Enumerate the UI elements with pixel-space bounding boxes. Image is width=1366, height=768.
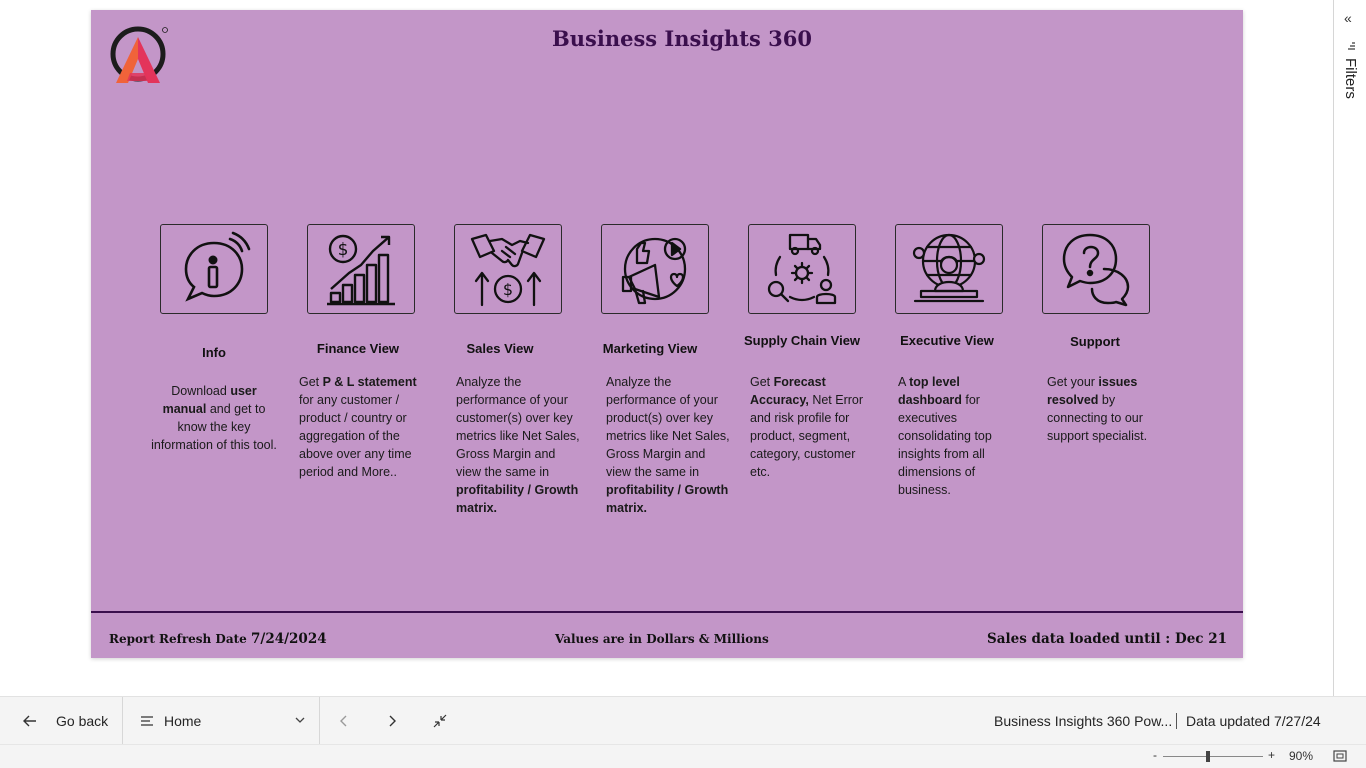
- handshake-icon: $: [470, 233, 546, 307]
- page-selector-value: Home: [164, 713, 202, 729]
- exit-focus-button[interactable]: [433, 697, 447, 745]
- chevron-right-icon: [389, 715, 396, 727]
- collapse-arrows-icon: [433, 714, 447, 728]
- sales-view-title[interactable]: Sales View: [435, 340, 565, 358]
- data-updated-label: Data updated 7/27/24: [1186, 713, 1321, 729]
- zoom-out-button[interactable]: -: [1153, 748, 1157, 762]
- report-name: Business Insights 360 Pow...: [994, 713, 1173, 729]
- support-tile[interactable]: [1042, 224, 1150, 314]
- page-selector-dropdown[interactable]: Home: [140, 697, 305, 745]
- chevron-double-left-icon[interactable]: «: [1344, 10, 1352, 26]
- executive-view-description: A top level dashboard for executives con…: [898, 375, 992, 497]
- chevron-left-icon: [340, 715, 347, 727]
- info-tile[interactable]: [160, 224, 268, 314]
- finance-view-title[interactable]: Finance View: [293, 340, 423, 358]
- previous-page-button[interactable]: [338, 697, 350, 745]
- supply-chain-view-title[interactable]: Supply Chain View: [737, 332, 867, 350]
- zoom-level: 90%: [1289, 749, 1314, 763]
- info-icon: [184, 231, 251, 302]
- chevron-down-icon: [295, 717, 305, 723]
- filters-pane[interactable]: « Filters: [1333, 0, 1366, 696]
- zoom-status-bar: - + 90%: [0, 744, 1366, 768]
- executive-globe-icon: [912, 233, 986, 303]
- supply-chain-view-description: Get Forecast Accuracy, Net Error and ris…: [750, 375, 864, 479]
- finance-growth-icon: $: [327, 234, 395, 306]
- support-title[interactable]: Support: [1030, 333, 1160, 351]
- marketing-view-tile[interactable]: [601, 224, 709, 314]
- zoom-slider-thumb[interactable]: [1206, 751, 1210, 762]
- next-page-button[interactable]: [386, 697, 398, 745]
- units-note: Values are in Dollars & Millions: [555, 632, 769, 646]
- finance-view-tile[interactable]: $: [307, 224, 415, 314]
- svg-text:$: $: [503, 280, 513, 299]
- zoom-in-button[interactable]: +: [1268, 748, 1275, 762]
- report-navigation-bar: Go back Home Business Insights 360 Pow..…: [0, 696, 1366, 745]
- marketing-view-title[interactable]: Marketing View: [585, 340, 715, 358]
- sales-view-description: Analyze the performance of your customer…: [456, 375, 580, 515]
- support-description: Get your issues resolved by connecting t…: [1047, 375, 1148, 443]
- executive-view-tile[interactable]: [895, 224, 1003, 314]
- finance-view-description: Get P & L statement for any customer / p…: [299, 375, 417, 479]
- sales-loaded-note: Sales data loaded until : Dec 21: [987, 631, 1227, 647]
- refresh-date-value: 7/24/2024: [251, 631, 327, 647]
- go-back-button[interactable]: Go back: [22, 697, 108, 745]
- supply-chain-view-tile[interactable]: [748, 224, 856, 314]
- supply-chain-icon: [767, 233, 837, 305]
- report-canvas: Business Insights 360 Info Download user…: [91, 10, 1243, 658]
- info-title[interactable]: Info: [149, 344, 279, 362]
- arrow-left-icon: [23, 715, 36, 727]
- footer-divider: [91, 611, 1243, 613]
- refresh-date-label: Report Refresh Date: [109, 632, 247, 646]
- sales-view-tile[interactable]: $: [454, 224, 562, 314]
- executive-view-title[interactable]: Executive View: [882, 332, 1012, 350]
- filter-icon: [1348, 42, 1355, 50]
- zoom-slider-track[interactable]: [1163, 756, 1263, 757]
- fit-to-page-icon[interactable]: [1333, 750, 1347, 762]
- info-description: Download user manual and get to know the…: [151, 384, 277, 452]
- megaphone-icon: [621, 237, 687, 305]
- go-back-label: Go back: [56, 713, 109, 729]
- nav-separator: [1176, 713, 1177, 729]
- marketing-view-description: Analyze the performance of your product(…: [606, 375, 730, 515]
- support-chat-icon: [1062, 233, 1130, 307]
- filters-label[interactable]: Filters: [1342, 58, 1359, 99]
- svg-text:$: $: [338, 240, 349, 260]
- pages-list-icon: [141, 716, 153, 726]
- report-title: Business Insights 360: [552, 26, 812, 51]
- nav-separator: [122, 697, 123, 745]
- nav-separator: [319, 697, 320, 745]
